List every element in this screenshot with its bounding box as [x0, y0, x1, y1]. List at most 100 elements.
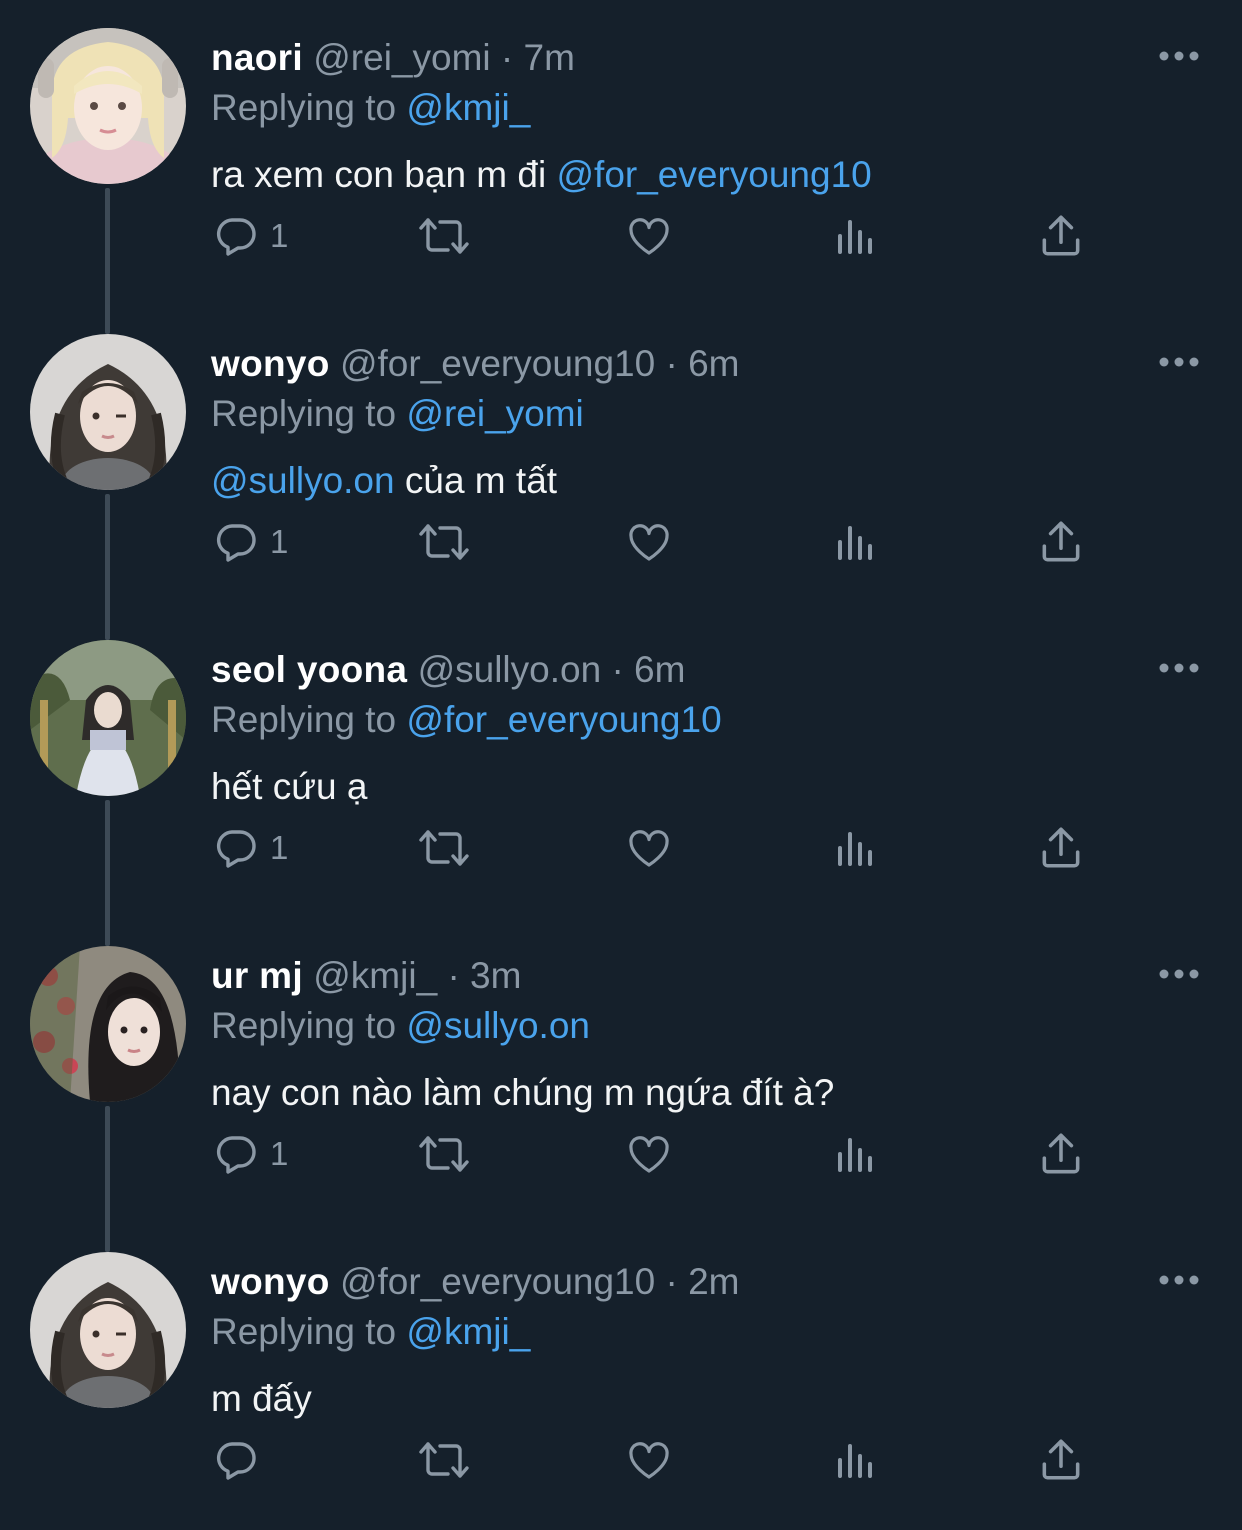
share-icon [1042, 215, 1080, 256]
timestamp[interactable]: 3m [470, 955, 521, 996]
reply-button[interactable] [212, 1430, 270, 1490]
tweet-text: m đấy [211, 1376, 312, 1422]
views-button[interactable] [832, 206, 880, 266]
more-options-icon[interactable] [1156, 960, 1202, 988]
retweet-icon [419, 830, 469, 866]
avatar[interactable] [30, 1252, 186, 1408]
replying-to: Replying to @kmji_ [211, 86, 530, 130]
mention-link[interactable]: @for_everyoung10 [556, 154, 871, 195]
action-bar: 1 [0, 818, 1242, 878]
tweet-header: wonyo @for_everyoung10 · 6m [211, 342, 740, 386]
like-button[interactable] [624, 206, 674, 266]
share-button[interactable] [1036, 1124, 1086, 1184]
mention-link[interactable]: @sullyo.on [211, 460, 395, 501]
avatar[interactable] [30, 946, 186, 1102]
avatar[interactable] [30, 28, 186, 184]
display-name[interactable]: wonyo [211, 343, 330, 384]
share-icon [1042, 521, 1080, 562]
avatar[interactable] [30, 640, 186, 796]
reply-icon [216, 1136, 256, 1174]
reply-button[interactable]: 1 [212, 512, 288, 572]
separator-dot: · [611, 649, 624, 690]
timestamp[interactable]: 6m [688, 343, 739, 384]
display-name[interactable]: naori [211, 37, 303, 78]
views-icon [838, 832, 872, 866]
tweet[interactable]: naori @rei_yomi · 7m Replying to @kmji_ … [0, 0, 1242, 306]
avatar[interactable] [30, 334, 186, 490]
share-icon [1042, 1133, 1080, 1174]
separator-dot: · [665, 1261, 678, 1302]
action-bar: 1 [0, 206, 1242, 266]
share-icon [1042, 827, 1080, 868]
tweet-header: ur mj @kmji_ · 3m [211, 954, 521, 998]
user-handle[interactable]: @for_everyoung10 [340, 1261, 655, 1302]
user-handle[interactable]: @sullyo.on [418, 649, 602, 690]
replying-to-mention[interactable]: @sullyo.on [406, 1005, 590, 1046]
reply-thread: naori @rei_yomi · 7m Replying to @kmji_ … [0, 0, 1242, 1528]
timestamp[interactable]: 2m [688, 1261, 739, 1302]
retweet-button[interactable] [416, 1430, 472, 1490]
replying-to-label: Replying to [211, 87, 397, 128]
views-button[interactable] [832, 1124, 880, 1184]
reply-button[interactable]: 1 [212, 1124, 288, 1184]
timestamp[interactable]: 6m [634, 649, 685, 690]
more-options-icon[interactable] [1156, 348, 1202, 376]
tweet[interactable]: wonyo @for_everyoung10 · 2m Replying to … [0, 1224, 1242, 1530]
user-handle[interactable]: @for_everyoung10 [340, 343, 655, 384]
separator-dot: · [500, 37, 514, 78]
views-icon [838, 220, 872, 254]
reply-icon [216, 218, 256, 256]
more-options-icon[interactable] [1156, 1266, 1202, 1294]
replying-to-mention[interactable]: @for_everyoung10 [406, 699, 721, 740]
action-bar: 1 [0, 1124, 1242, 1184]
like-button[interactable] [624, 1430, 674, 1490]
views-icon [838, 1444, 872, 1478]
retweet-button[interactable] [416, 818, 472, 878]
views-icon [838, 1138, 872, 1172]
views-button[interactable] [832, 512, 880, 572]
reply-icon [216, 524, 256, 562]
tweet-header: wonyo @for_everyoung10 · 2m [211, 1260, 740, 1304]
retweet-button[interactable] [416, 1124, 472, 1184]
tweet-text-part: nay con nào làm chúng m ngứa đít à? [211, 1072, 835, 1113]
replying-to-mention[interactable]: @kmji_ [406, 87, 530, 128]
tweet-header: seol yoona @sullyo.on · 6m [211, 648, 685, 692]
like-icon [629, 1136, 669, 1173]
like-button[interactable] [624, 1124, 674, 1184]
display-name[interactable]: ur mj [211, 955, 303, 996]
replying-to-mention[interactable]: @rei_yomi [406, 393, 583, 434]
more-options-icon[interactable] [1156, 42, 1202, 70]
share-button[interactable] [1036, 512, 1086, 572]
like-button[interactable] [624, 818, 674, 878]
views-button[interactable] [832, 1430, 880, 1490]
retweet-icon [419, 1136, 469, 1172]
user-handle[interactable]: @rei_yomi [313, 37, 490, 78]
replying-to: Replying to @rei_yomi [211, 392, 584, 436]
share-button[interactable] [1036, 1430, 1086, 1490]
tweet[interactable]: wonyo @for_everyoung10 · 6m Replying to … [0, 306, 1242, 612]
share-button[interactable] [1036, 818, 1086, 878]
replying-to-label: Replying to [211, 1311, 397, 1352]
more-options-icon[interactable] [1156, 654, 1202, 682]
views-button[interactable] [832, 818, 880, 878]
display-name[interactable]: wonyo [211, 1261, 330, 1302]
retweet-button[interactable] [416, 206, 472, 266]
replying-to-mention[interactable]: @kmji_ [406, 1311, 530, 1352]
like-icon [629, 524, 669, 561]
reply-icon [216, 1442, 256, 1480]
reply-button[interactable]: 1 [212, 206, 288, 266]
tweet[interactable]: seol yoona @sullyo.on · 6m Replying to @… [0, 612, 1242, 918]
reply-button[interactable]: 1 [212, 818, 288, 878]
separator-dot: · [447, 955, 460, 996]
display-name[interactable]: seol yoona [211, 649, 407, 690]
like-icon [629, 1442, 669, 1479]
tweet[interactable]: ur mj @kmji_ · 3m Replying to @sullyo.on… [0, 918, 1242, 1224]
reply-icon [216, 830, 256, 868]
share-button[interactable] [1036, 206, 1086, 266]
user-handle[interactable]: @kmji_ [313, 955, 437, 996]
timestamp[interactable]: 7m [524, 37, 575, 78]
like-button[interactable] [624, 512, 674, 572]
tweet-text: nay con nào làm chúng m ngứa đít à? [211, 1070, 834, 1116]
retweet-button[interactable] [416, 512, 472, 572]
tweet-text: @sullyo.on của m tất [211, 458, 557, 504]
